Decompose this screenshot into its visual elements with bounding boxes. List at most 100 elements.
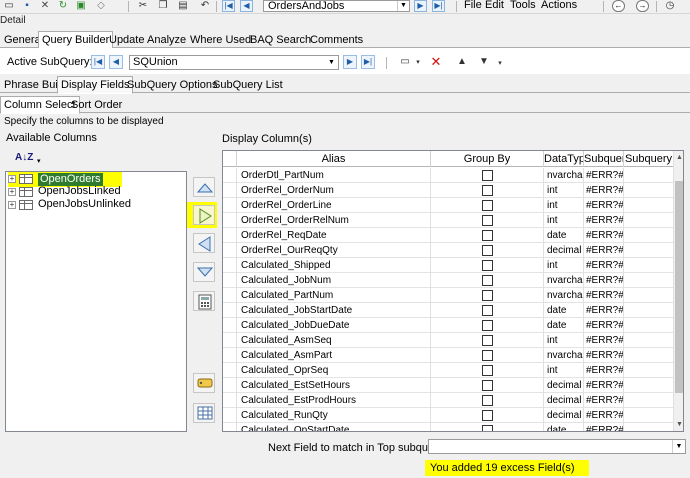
row-selector[interactable] — [223, 303, 237, 318]
group-by-checkbox[interactable] — [482, 275, 493, 286]
chevron-down-icon[interactable]: ▾ — [493, 58, 507, 70]
menu-edit[interactable]: Edit — [485, 0, 504, 11]
cell-subquery-2[interactable] — [624, 408, 674, 423]
group-by-checkbox[interactable] — [482, 305, 493, 316]
back-icon[interactable]: ← — [612, 0, 625, 12]
row-selector[interactable] — [223, 183, 237, 198]
tab-subquery-list[interactable]: SubQuery List — [209, 76, 287, 93]
chevron-down-icon[interactable]: ▼ — [672, 440, 685, 453]
table-row[interactable]: OrderRel_OurReqQty decimal #ERR?# — [223, 243, 674, 258]
expand-icon[interactable]: + — [8, 201, 16, 209]
group-by-checkbox[interactable] — [482, 335, 493, 346]
cell-subquery[interactable]: #ERR?# — [584, 168, 624, 183]
grid-button[interactable] — [193, 403, 215, 423]
move-column-up-button[interactable] — [193, 177, 215, 197]
cell-subquery-2[interactable] — [624, 303, 674, 318]
table-row[interactable]: Calculated_OprSeq int #ERR?# — [223, 363, 674, 378]
cell-subquery[interactable]: #ERR?# — [584, 318, 624, 333]
paste-icon[interactable]: ▤ — [176, 0, 190, 12]
cell-subquery-2[interactable] — [624, 333, 674, 348]
tab-display-fields[interactable]: Display Fields — [57, 76, 134, 94]
row-selector[interactable] — [223, 198, 237, 213]
group-by-checkbox[interactable] — [482, 425, 493, 431]
tab-baq-search[interactable]: BAQ Search — [246, 31, 315, 48]
calculator-button[interactable] — [193, 291, 215, 311]
next-field-combo[interactable]: ▼ — [428, 439, 686, 454]
cell-alias[interactable]: Calculated_PartNum — [237, 288, 431, 303]
row-selector[interactable] — [223, 273, 237, 288]
cell-subquery-2[interactable] — [624, 318, 674, 333]
cell-subquery-2[interactable] — [624, 393, 674, 408]
tab-where-used[interactable]: Where Used — [186, 31, 255, 48]
next-record-icon[interactable]: ▶ — [414, 0, 427, 12]
expand-icon[interactable]: + — [8, 188, 16, 196]
table-row[interactable]: OrderRel_ReqDate date #ERR?# — [223, 228, 674, 243]
next-subquery-icon[interactable]: ▶ — [343, 55, 357, 69]
cell-alias[interactable]: OrderRel_OurReqQty — [237, 243, 431, 258]
move-column-down-button[interactable] — [193, 262, 215, 282]
tab-query-builder[interactable]: Query Builder — [38, 31, 114, 49]
delete-icon[interactable]: ✕ — [38, 0, 52, 12]
cut-icon[interactable]: ✂ — [136, 0, 150, 12]
remove-column-button[interactable] — [193, 233, 215, 253]
cell-subquery[interactable]: #ERR?# — [584, 288, 624, 303]
table-row[interactable]: Calculated_JobStartDate date #ERR?# — [223, 303, 674, 318]
cell-subquery[interactable]: #ERR?# — [584, 183, 624, 198]
chevron-down-icon[interactable]: ▾ — [37, 157, 41, 165]
active-subquery-combo[interactable]: SQUnion ▼ — [129, 55, 339, 70]
row-selector[interactable] — [223, 213, 237, 228]
save-icon[interactable]: ▪ — [20, 0, 34, 12]
cell-subquery-2[interactable] — [624, 288, 674, 303]
group-by-checkbox[interactable] — [482, 410, 493, 421]
move-down-icon[interactable]: ▼ — [477, 56, 491, 68]
cell-alias[interactable]: Calculated_JobStartDate — [237, 303, 431, 318]
cell-subquery[interactable]: #ERR?# — [584, 423, 624, 431]
table-row[interactable]: OrderRel_OrderRelNum int #ERR?# — [223, 213, 674, 228]
tab-analyze[interactable]: Analyze — [143, 31, 190, 48]
prev-record-icon[interactable]: ◀ — [240, 0, 253, 12]
table-row[interactable]: OrderRel_OrderLine int #ERR?# — [223, 198, 674, 213]
cell-subquery-2[interactable] — [624, 228, 674, 243]
header-alias[interactable]: Alias — [237, 151, 431, 167]
row-selector[interactable] — [223, 408, 237, 423]
chevron-down-icon[interactable]: ▾ — [411, 57, 425, 69]
undo-icon[interactable]: ↶ — [198, 0, 212, 12]
cell-subquery[interactable]: #ERR?# — [584, 228, 624, 243]
group-by-checkbox[interactable] — [482, 365, 493, 376]
cell-alias[interactable]: OrderRel_OrderRelNum — [237, 213, 431, 228]
cell-alias[interactable]: Calculated_EstProdHours — [237, 393, 431, 408]
group-by-checkbox[interactable] — [482, 320, 493, 331]
cell-subquery-2[interactable] — [624, 183, 674, 198]
cell-subquery-2[interactable] — [624, 243, 674, 258]
move-up-icon[interactable]: ▲ — [455, 56, 469, 68]
cell-subquery[interactable]: #ERR?# — [584, 393, 624, 408]
cell-subquery[interactable]: #ERR?# — [584, 273, 624, 288]
cell-subquery-2[interactable] — [624, 198, 674, 213]
cell-alias[interactable]: Calculated_AsmSeq — [237, 333, 431, 348]
tab-subquery-options[interactable]: SubQuery Options — [123, 76, 222, 93]
row-selector[interactable] — [223, 378, 237, 393]
group-by-checkbox[interactable] — [482, 170, 493, 181]
row-selector[interactable] — [223, 228, 237, 243]
copy-icon[interactable]: ❐ — [156, 0, 170, 12]
add-column-button[interactable] — [193, 205, 215, 225]
header-subquery-1[interactable]: Subquer — [584, 151, 624, 167]
scroll-down-icon[interactable]: ▼ — [674, 419, 683, 430]
cell-subquery-2[interactable] — [624, 348, 674, 363]
menu-actions[interactable]: Actions — [541, 0, 577, 11]
grid-vertical-scrollbar[interactable]: ▲ ▼ — [673, 151, 683, 431]
table-row[interactable]: Calculated_AsmPart nvarcha #ERR?# — [223, 348, 674, 363]
row-selector[interactable] — [223, 363, 237, 378]
cell-subquery[interactable]: #ERR?# — [584, 243, 624, 258]
tree-item-open-jobs-linked[interactable]: + OpenJobsLinked — [8, 185, 128, 198]
cell-subquery-2[interactable] — [624, 423, 674, 431]
row-selector[interactable] — [223, 333, 237, 348]
available-columns-tree[interactable]: + OpenOrders + OpenJobsLinked + OpenJobs… — [5, 171, 187, 432]
tab-update[interactable]: Update — [105, 31, 148, 48]
label-button[interactable] — [193, 373, 215, 393]
cell-alias[interactable]: Calculated_JobDueDate — [237, 318, 431, 333]
cell-subquery-2[interactable] — [624, 213, 674, 228]
group-by-checkbox[interactable] — [482, 215, 493, 226]
tree-item-open-jobs-unlinked[interactable]: + OpenJobsUnlinked — [8, 198, 131, 211]
row-selector[interactable] — [223, 258, 237, 273]
